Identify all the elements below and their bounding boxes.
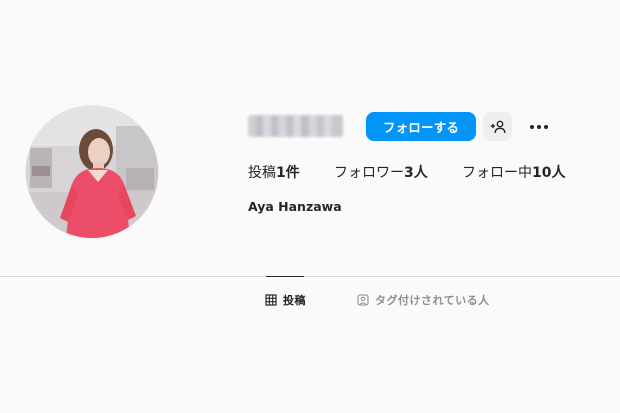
full-name: Aya Hanzawa xyxy=(248,199,342,214)
tab-tagged-label: タグ付けされている人 xyxy=(375,294,490,307)
grid-icon xyxy=(265,294,277,306)
tab-posts[interactable]: 投稿 xyxy=(265,292,306,308)
followers-link[interactable]: フォロワー3人 xyxy=(334,164,428,182)
profile-page: フォローする 投稿1件 フォロワー3人 フォロー中10人 Aya Hanzawa… xyxy=(0,0,620,413)
following-label: フォロー中 xyxy=(462,165,532,181)
followers-label: フォロワー xyxy=(334,165,404,181)
tab-tagged[interactable]: タグ付けされている人 xyxy=(357,292,490,308)
add-user-icon xyxy=(490,120,506,134)
posts-count: 投稿1件 xyxy=(248,164,300,182)
tabs-divider xyxy=(0,276,620,277)
posts-value: 1件 xyxy=(276,165,300,181)
active-tab-indicator xyxy=(266,276,304,277)
following-value: 10人 xyxy=(532,165,566,181)
posts-label: 投稿 xyxy=(248,165,276,181)
profile-photo xyxy=(26,106,158,238)
followers-value: 3人 xyxy=(404,165,428,181)
following-link[interactable]: フォロー中10人 xyxy=(462,164,565,182)
tab-posts-label: 投稿 xyxy=(283,294,306,307)
more-options-button[interactable] xyxy=(526,114,552,140)
username xyxy=(248,115,343,137)
follow-button[interactable]: フォローする xyxy=(366,112,476,141)
avatar[interactable] xyxy=(26,106,158,238)
tagged-icon xyxy=(357,294,369,306)
suggest-similar-accounts-button[interactable] xyxy=(483,112,512,141)
more-horizontal-icon xyxy=(529,124,549,130)
